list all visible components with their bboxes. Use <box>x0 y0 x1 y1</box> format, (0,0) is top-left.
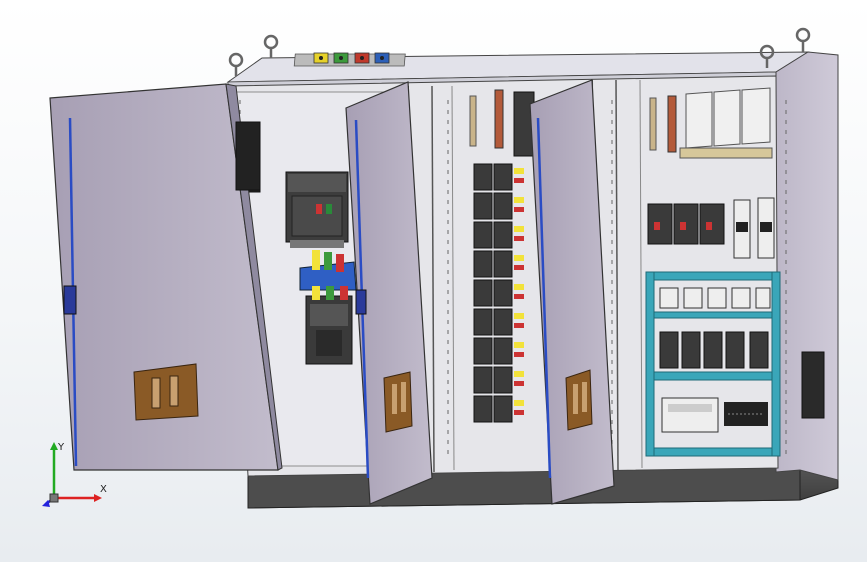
branch-breaker <box>493 308 513 336</box>
wire-lug <box>514 197 524 203</box>
door-handle <box>355 289 367 315</box>
wire-lug <box>514 265 524 270</box>
wire-lug <box>514 294 524 299</box>
wire-lug <box>514 284 524 290</box>
wire-lug <box>514 226 524 232</box>
y-axis-label: Y <box>58 442 65 453</box>
wire-lug <box>514 342 524 348</box>
branch-breaker <box>493 221 513 249</box>
wire-lug <box>514 352 524 357</box>
wire-lug <box>514 323 524 328</box>
branch-breaker <box>473 279 493 307</box>
wire-lug <box>514 400 524 406</box>
branch-breaker <box>473 337 493 365</box>
door-vent <box>235 121 261 191</box>
triad-axes <box>42 442 102 507</box>
wire-lug <box>514 313 524 319</box>
right-side-panel <box>775 51 839 481</box>
door-handle <box>63 285 77 315</box>
door-document-pocket <box>133 363 199 421</box>
branch-breaker <box>493 279 513 307</box>
branch-breaker <box>493 250 513 278</box>
left-door[interactable] <box>49 83 283 471</box>
wire-lug <box>514 207 524 212</box>
branch-breaker <box>473 308 493 336</box>
moulded-case-breaker <box>305 286 353 365</box>
branch-breaker <box>473 163 493 191</box>
branch-breaker <box>473 192 493 220</box>
cabinet-model <box>49 27 839 509</box>
wire-lug <box>514 381 524 386</box>
branch-breaker <box>493 192 513 220</box>
door-document-pocket <box>383 371 413 433</box>
branch-breaker <box>493 337 513 365</box>
branch-breaker <box>473 395 493 423</box>
branch-breaker <box>493 163 513 191</box>
wire-lug <box>514 236 524 241</box>
wire-lug <box>514 168 524 174</box>
door-document-pocket <box>565 369 593 431</box>
x-axis-label: X <box>100 484 107 495</box>
fuse-holders <box>679 87 773 159</box>
wire-lug <box>514 371 524 377</box>
branch-breaker <box>493 395 513 423</box>
wire-lug <box>514 178 524 183</box>
coordinate-triad: Y X <box>40 440 110 510</box>
wire-lug <box>514 410 524 415</box>
small-breaker-row <box>659 331 769 369</box>
cad-3d-viewport[interactable]: Y X <box>0 0 867 562</box>
branch-breaker <box>473 366 493 394</box>
branch-breaker <box>493 366 513 394</box>
wire-lug <box>514 255 524 261</box>
side-vent-grille <box>801 351 825 419</box>
branch-breaker <box>473 250 493 278</box>
branch-breaker <box>473 221 493 249</box>
